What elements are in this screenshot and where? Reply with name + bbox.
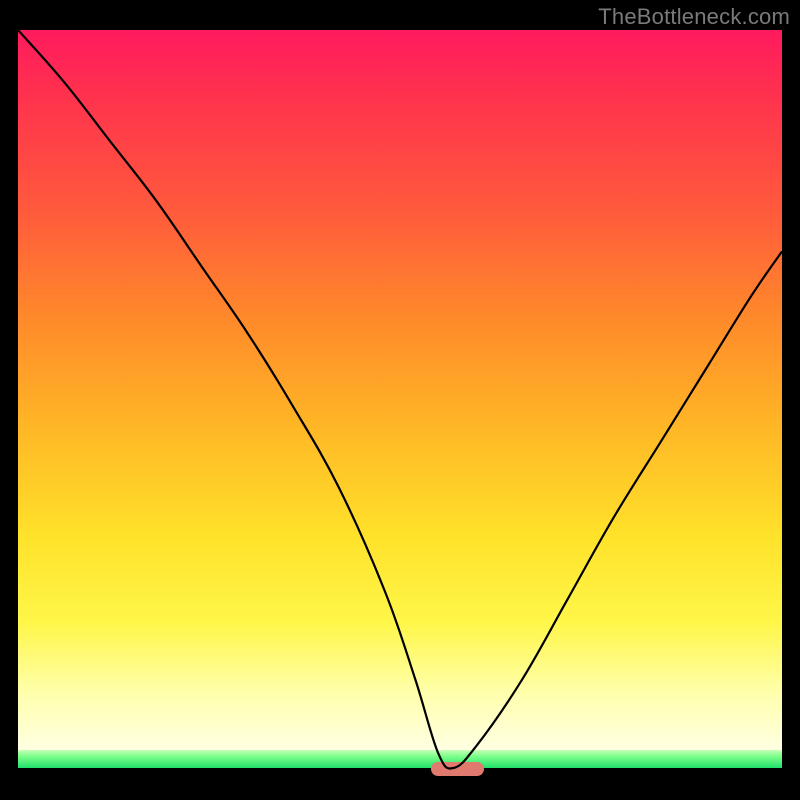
curve-path: [18, 30, 782, 769]
chart-frame: TheBottleneck.com: [0, 0, 800, 800]
bottleneck-curve: [18, 30, 782, 782]
plot-area: [18, 30, 782, 782]
attribution-text: TheBottleneck.com: [598, 4, 790, 30]
